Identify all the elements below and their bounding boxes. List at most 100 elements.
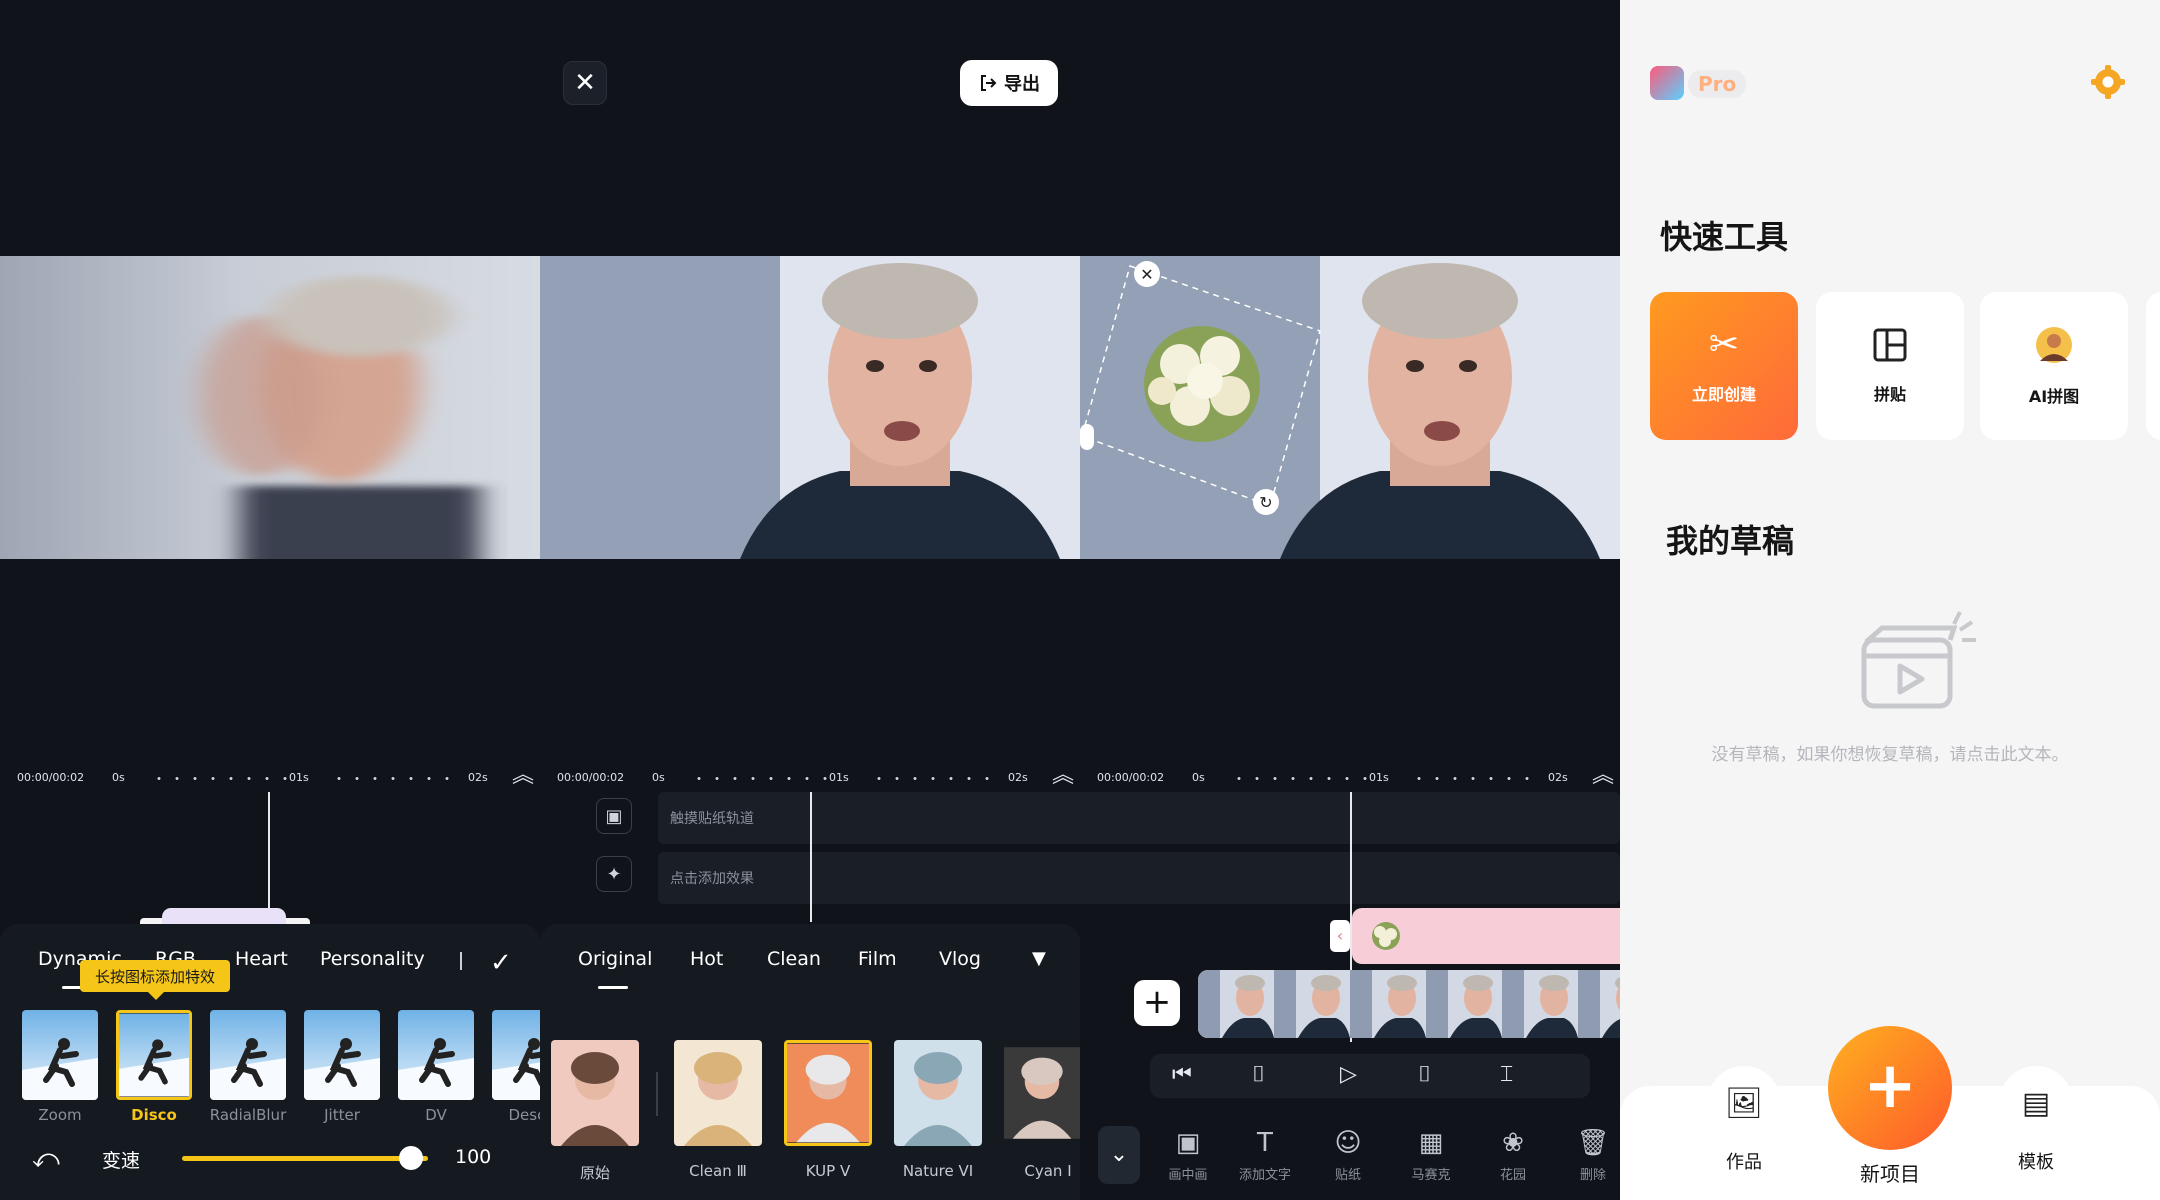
expand-icon[interactable]: ︽ — [1052, 765, 1074, 787]
tab-underline — [598, 986, 628, 989]
filter-thumbnail — [787, 1043, 869, 1143]
undo-icon[interactable]: ⤺ — [32, 1144, 60, 1175]
sticker-trim-handle[interactable]: ‹ — [1330, 920, 1350, 952]
tool-text[interactable]: T 添加文字 — [1232, 1128, 1298, 1183]
card-label: 立即创建 — [1691, 385, 1756, 404]
effect-item[interactable] — [304, 1010, 380, 1100]
mark-0s: 0s — [1192, 771, 1205, 784]
sticker-track[interactable]: 触摸贴纸轨道 — [658, 792, 1620, 844]
nav-templates[interactable]: ▤ 模板 — [1986, 1066, 2086, 1174]
tool-sticker[interactable]: ☺ 贴纸 — [1315, 1128, 1381, 1183]
play-icon[interactable]: ▷ — [1340, 1062, 1357, 1087]
mark-01s: 01s — [829, 771, 849, 784]
tab-clean[interactable]: Clean — [767, 948, 821, 970]
filter-item[interactable] — [551, 1040, 639, 1146]
preview-frame-blur — [0, 256, 540, 559]
mosaic-icon: ▦ — [1418, 1128, 1444, 1158]
pro-badge[interactable]: Pro — [1688, 70, 1747, 98]
effect-item[interactable] — [210, 1010, 286, 1100]
tab-original[interactable]: Original — [578, 948, 652, 970]
sticker-track-label: 触摸贴纸轨道 — [670, 811, 754, 827]
nav-works[interactable]: 🖼 作品 — [1694, 1066, 1794, 1174]
tool-delete[interactable]: 🗑 删除 — [1560, 1128, 1620, 1183]
effect-track-icon[interactable]: ✦ — [596, 856, 632, 892]
tab-heart[interactable]: Heart — [235, 948, 288, 970]
more-card[interactable] — [2146, 292, 2160, 440]
skip-start-icon[interactable]: ⏮ — [1172, 1062, 1192, 1087]
video-frame-thumb — [1578, 970, 1620, 1038]
filter-thumbnail — [894, 1040, 982, 1146]
effect-item[interactable] — [22, 1010, 98, 1100]
effect-label: RadialBlur — [209, 1106, 287, 1124]
tool-garden[interactable]: ❀ 花园 — [1480, 1128, 1546, 1183]
video-strip[interactable] — [1198, 970, 1620, 1038]
collage-card[interactable]: 拼贴 — [1816, 292, 1964, 440]
timeline-ruler-1: 00:00/00:02 0s 01s 02s ︽ — [0, 765, 540, 790]
filter-item[interactable] — [1004, 1040, 1080, 1146]
effect-label: Zoom — [38, 1106, 82, 1124]
tool-label: 画中画 — [1168, 1168, 1208, 1183]
tab-film[interactable]: Film — [858, 948, 897, 970]
ai-avatar-icon — [2036, 327, 2072, 363]
effect-thumbnail — [210, 1010, 286, 1100]
tooltip-text: 长按图标添加特效 — [94, 967, 215, 986]
ai-collage-card[interactable]: AI拼图 — [1980, 292, 2128, 440]
tool-label: 添加文字 — [1238, 1168, 1291, 1183]
speed-slider-knob[interactable] — [398, 1146, 423, 1170]
effect-item[interactable] — [116, 1010, 192, 1100]
editor-area: ✕ 导出 ✕ ↻ 00:00/00:02 0s 01s 02s ︽ 00:00/… — [0, 0, 1620, 1200]
filter-divider — [656, 1072, 658, 1116]
effect-thumbnail — [116, 1010, 192, 1100]
gear-icon[interactable] — [2090, 64, 2126, 100]
collapse-button[interactable]: ⌄ — [1098, 1126, 1140, 1184]
delete-icon: 🗑 — [1576, 1128, 1610, 1158]
filter-item[interactable] — [894, 1040, 982, 1146]
effect-track-label: 点击添加效果 — [670, 871, 754, 887]
collage-icon — [1873, 328, 1907, 362]
split-icon[interactable]: ⌶ — [1500, 1062, 1513, 1087]
filter-label: Nature VI — [902, 1162, 974, 1180]
sticker-track-icon[interactable]: ▣ — [596, 798, 632, 834]
tab-vlog[interactable]: Vlog — [939, 948, 981, 970]
template-icon: ▤ — [2021, 1085, 2051, 1121]
sticker-clip[interactable] — [1352, 908, 1620, 964]
playhead[interactable] — [268, 792, 270, 922]
filter-item[interactable] — [674, 1040, 762, 1146]
tab-hot[interactable]: Hot — [690, 948, 723, 970]
effect-thumbnail — [398, 1010, 474, 1100]
expand-icon[interactable]: ︽ — [1592, 765, 1614, 787]
video-frame-thumb — [1502, 970, 1578, 1038]
dropdown-icon[interactable]: ▼ — [1032, 948, 1046, 969]
confirm-check-icon[interactable]: ✓ — [490, 948, 512, 978]
tab-personality[interactable]: Personality — [320, 948, 425, 970]
export-button[interactable]: 导出 — [960, 60, 1058, 106]
plus-icon: + — [1863, 1049, 1917, 1123]
gallery-icon: 🖼 — [1724, 1085, 1764, 1121]
effect-item[interactable] — [492, 1010, 568, 1100]
create-now-card[interactable]: ✂ 立即创建 — [1650, 292, 1798, 440]
close-button[interactable]: ✕ — [563, 61, 607, 105]
filter-item[interactable] — [784, 1040, 872, 1146]
tool-pip[interactable]: ▣ 画中画 — [1155, 1128, 1221, 1183]
effect-track[interactable]: 点击添加效果 — [658, 852, 1620, 904]
split-right-icon[interactable]: ⌷ — [1418, 1062, 1431, 1087]
speed-slider-track[interactable] — [182, 1156, 428, 1161]
empty-drafts-text[interactable]: 没有草稿，如果你想恢复草稿，请点击此文本。 — [1710, 744, 2070, 766]
tooltip: 长按图标添加特效 — [80, 960, 230, 1000]
new-project-button[interactable]: + — [1828, 1026, 1952, 1150]
add-clip-button[interactable]: + — [1134, 980, 1180, 1026]
svg-text:↻: ↻ — [1259, 493, 1272, 512]
mark-0s: 0s — [652, 771, 665, 784]
filter-thumbnail — [1004, 1047, 1080, 1139]
filter-label: Cyan Ⅰ — [1024, 1162, 1072, 1180]
preview-frame-sticker: ✕ ↻ — [1080, 256, 1620, 559]
tool-mosaic[interactable]: ▦ 马赛克 — [1398, 1128, 1464, 1183]
home-panel: Pro 快速工具 ✂ 立即创建 拼贴 AI拼图 我的草稿 没有草稿，如果你想恢复… — [1620, 0, 2160, 1200]
tool-label: 贴纸 — [1334, 1168, 1361, 1183]
expand-icon[interactable]: ︽ — [512, 765, 534, 787]
empty-drafts-icon — [1861, 611, 1976, 709]
effect-label: Disco — [131, 1106, 177, 1124]
split-left-icon[interactable]: ⌷ — [1252, 1062, 1265, 1087]
playhead[interactable] — [810, 792, 812, 922]
effect-item[interactable] — [398, 1010, 474, 1100]
